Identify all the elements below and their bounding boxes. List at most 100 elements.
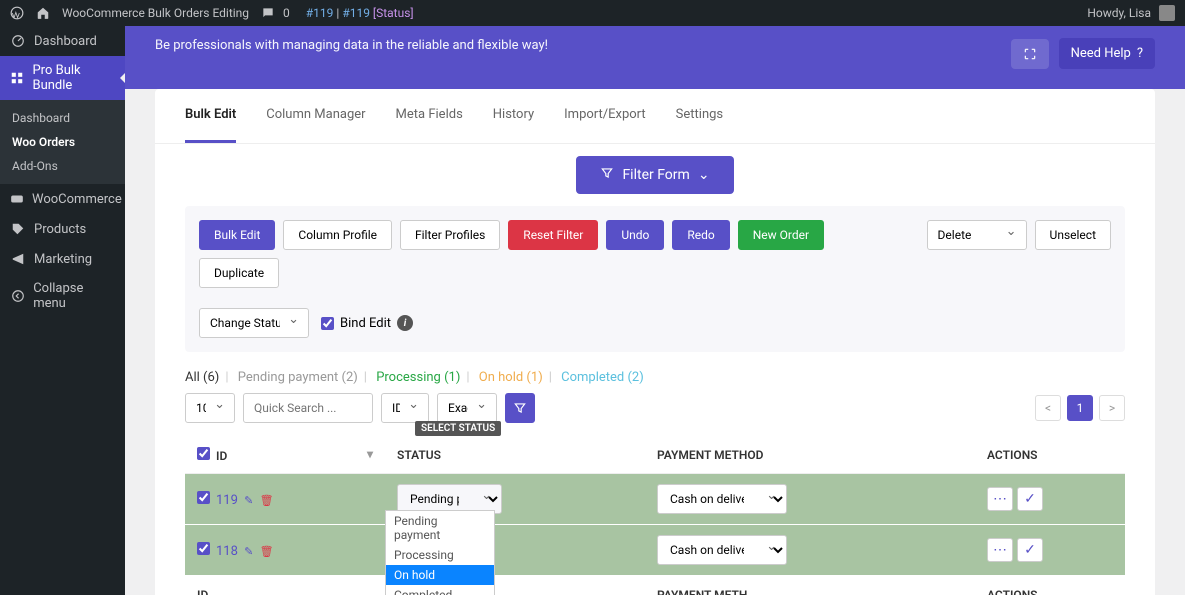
chevron-down-icon: ⌄ (698, 167, 710, 183)
status-option[interactable]: Completed (386, 585, 494, 595)
more-actions-button[interactable]: ⋯ (987, 487, 1013, 511)
admin-sidebar: Dashboard Pro Bulk Bundle Dashboard Woo … (0, 26, 125, 595)
match-select[interactable]: Exact (437, 393, 497, 423)
filter-icon (600, 166, 614, 184)
more-actions-button[interactable]: ⋯ (987, 538, 1013, 562)
status-tooltip: Select Status (415, 421, 501, 436)
pager-prev[interactable]: < (1035, 395, 1061, 421)
hero-subtitle: Be professionals with managing data in t… (155, 38, 548, 53)
payment-select[interactable]: Cash on delivery (657, 535, 787, 565)
fullscreen-button[interactable] (1011, 39, 1049, 69)
sidebar-submenu: Dashboard Woo Orders Add-Ons (0, 100, 125, 184)
howdy-user[interactable]: Howdy, Lisa (1087, 6, 1151, 20)
select-all-checkbox[interactable] (197, 447, 210, 460)
bind-edit-checkbox[interactable] (321, 317, 334, 330)
avatar[interactable] (1159, 5, 1175, 21)
sidebar-item-woocommerce[interactable]: WooCommerce (0, 184, 125, 214)
delete-icon[interactable]: 🗑 (260, 545, 274, 558)
tab-meta-fields[interactable]: Meta Fields (396, 89, 463, 143)
products-icon (10, 221, 26, 237)
help-icon: ? (1137, 46, 1143, 61)
sidebar-collapse[interactable]: Collapse menu (0, 274, 125, 318)
main-content: Be professionals with managing data in t… (125, 26, 1185, 595)
search-row: 10 ID Exact < 1 > (155, 393, 1155, 437)
column-profile-button[interactable]: Column Profile (283, 220, 392, 250)
sidebar-sub-dashboard[interactable]: Dashboard (0, 106, 125, 130)
sidebar-label: WooCommerce (32, 192, 122, 207)
sidebar-sub-addons[interactable]: Add-Ons (0, 154, 125, 178)
sidebar-item-marketing[interactable]: Marketing (0, 244, 125, 274)
edit-icon[interactable]: ✎ (244, 545, 253, 558)
row-id: 118 (216, 544, 238, 559)
per-page-select[interactable]: 10 (185, 393, 235, 423)
filter-processing[interactable]: Processing (1) (376, 370, 460, 385)
payment-select[interactable]: Cash on delivery (657, 484, 787, 514)
delete-icon[interactable]: 🗑 (260, 494, 274, 507)
sidebar-label: Pro Bulk Bundle (32, 63, 115, 93)
search-filter-button[interactable] (505, 393, 535, 423)
sidebar-item-pro-bundle[interactable]: Pro Bulk Bundle (0, 56, 125, 100)
col-payment: PAYMENT METHOD (645, 437, 975, 474)
main-card: Bulk Edit Column Manager Meta Fields His… (155, 89, 1155, 595)
status-option[interactable]: Pending payment (386, 511, 494, 545)
sidebar-item-products[interactable]: Products (0, 214, 125, 244)
toolbar: Bulk Edit Column Profile Filter Profiles… (185, 206, 1125, 352)
duplicate-button[interactable]: Duplicate (199, 258, 279, 288)
confirm-action-button[interactable]: ✓ (1017, 487, 1043, 511)
id-mode-select[interactable]: ID (381, 393, 429, 423)
status-option[interactable]: On hold (386, 565, 494, 585)
filter-profiles-button[interactable]: Filter Profiles (400, 220, 500, 250)
filter-form-button[interactable]: Filter Form ⌄ (576, 156, 733, 194)
unselect-button[interactable]: Unselect (1035, 220, 1111, 250)
wp-logo-icon[interactable] (10, 6, 24, 20)
status-filter-row: All (6)| Pending payment (2)| Processing… (155, 352, 1155, 393)
sort-icon[interactable]: ▾ (367, 447, 373, 461)
foot-id: ID (185, 576, 385, 595)
tab-history[interactable]: History (493, 89, 534, 143)
comments-icon[interactable]: 0 (261, 6, 294, 20)
tab-import-export[interactable]: Import/Export (564, 89, 646, 143)
hero-banner: Be professionals with managing data in t… (125, 26, 1185, 89)
bulk-action-select[interactable]: Delete (927, 220, 1027, 250)
filter-on-hold[interactable]: On hold (1) (479, 370, 543, 385)
new-order-button[interactable]: New Order (738, 220, 824, 250)
filter-all[interactable]: All (6) (185, 370, 219, 385)
row-id: 119 (216, 493, 238, 508)
table-row: 119 ✎ 🗑Pending paymentPending paymentPro… (185, 474, 1125, 525)
orders-table: ID ▾ STATUSSelect Status PAYMENT METHOD … (185, 437, 1125, 595)
bind-edit-checkbox-wrap[interactable]: Bind Edit i (321, 315, 413, 331)
site-title[interactable]: WooCommerce Bulk Orders Editing (62, 6, 249, 20)
quick-search-input[interactable] (243, 393, 373, 423)
confirm-action-button[interactable]: ✓ (1017, 538, 1043, 562)
undo-button[interactable]: Undo (606, 220, 664, 250)
edit-icon[interactable]: ✎ (244, 494, 253, 507)
reset-filter-button[interactable]: Reset Filter (508, 220, 598, 250)
row-checkbox[interactable] (197, 542, 210, 555)
admin-bar-ref[interactable]: #119 | #119 [Status] (306, 6, 414, 20)
filter-completed[interactable]: Completed (2) (561, 370, 644, 385)
sidebar-item-dashboard[interactable]: Dashboard (0, 26, 125, 56)
filter-pending[interactable]: Pending payment (2) (238, 370, 358, 385)
marketing-icon (10, 251, 26, 267)
info-icon[interactable]: i (397, 315, 413, 331)
bulk-edit-button[interactable]: Bulk Edit (199, 220, 275, 250)
tab-bulk-edit[interactable]: Bulk Edit (185, 89, 236, 143)
pager-page[interactable]: 1 (1067, 395, 1093, 421)
sidebar-label: Collapse menu (33, 281, 115, 311)
sidebar-sub-woo-orders[interactable]: Woo Orders (0, 130, 125, 154)
redo-button[interactable]: Redo (672, 220, 729, 250)
home-icon[interactable] (36, 6, 50, 20)
tab-column-manager[interactable]: Column Manager (266, 89, 365, 143)
pager-top: < 1 > (1035, 395, 1125, 421)
tab-settings[interactable]: Settings (676, 89, 723, 143)
col-actions: ACTIONS (975, 437, 1125, 474)
foot-payment: PAYMENT METH. (645, 576, 975, 595)
change-status-select[interactable]: Change Status (199, 308, 309, 338)
row-checkbox[interactable] (197, 491, 210, 504)
foot-actions: ACTIONS (975, 576, 1125, 595)
sidebar-label: Products (34, 222, 86, 237)
need-help-button[interactable]: Need Help ? (1059, 38, 1155, 69)
status-option[interactable]: Processing (386, 545, 494, 565)
pager-next[interactable]: > (1099, 395, 1125, 421)
status-dropdown[interactable]: Pending paymentProcessingOn holdComplete… (385, 510, 495, 595)
